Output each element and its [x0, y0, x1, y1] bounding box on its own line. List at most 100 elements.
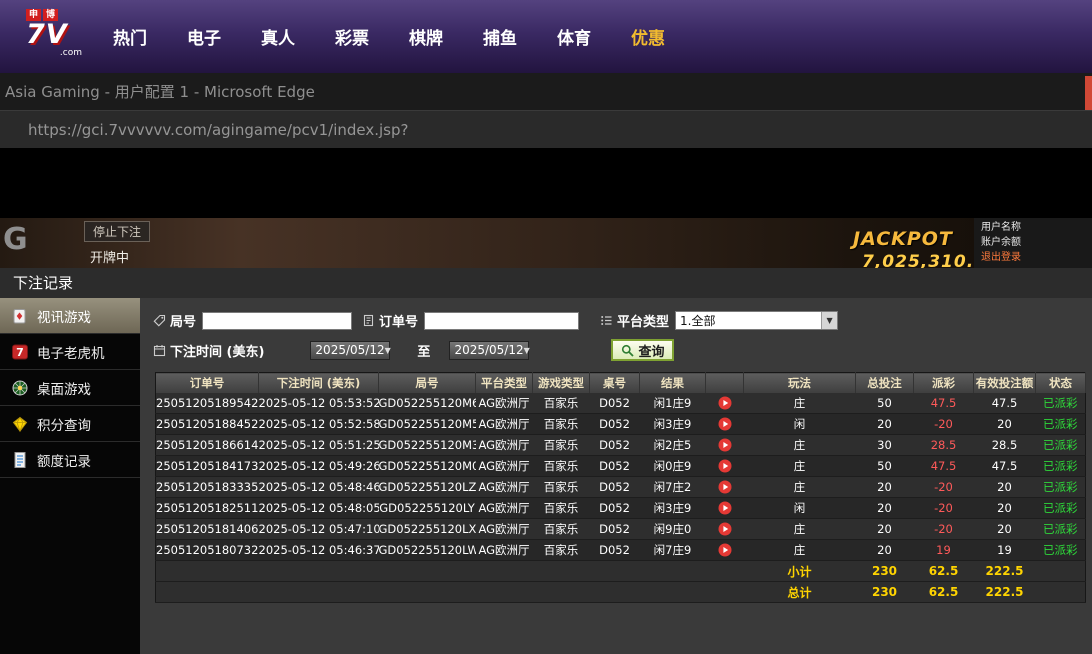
cell-replay	[706, 435, 744, 456]
cell-result: 闲9庄0	[640, 519, 706, 540]
filter-row-2: 下注时间 (美东) 2025/05/12 ▼ 至 2025/05/12 ▼ 查询	[153, 339, 674, 361]
play-circle-icon[interactable]	[718, 501, 732, 515]
cell-table: D052	[590, 414, 640, 435]
play-circle-icon[interactable]	[718, 417, 732, 431]
subtotal-payout: 62.5	[914, 561, 974, 582]
cell-round: GD052255120LY	[379, 498, 476, 519]
jackpot-value: 7,025,310.2	[862, 252, 987, 268]
table-row: 250512051814068 2025-05-12 05:47:10 GD05…	[156, 519, 1086, 540]
nav-item-live[interactable]: 真人	[241, 24, 315, 49]
cell-replay	[706, 414, 744, 435]
play-circle-icon[interactable]	[718, 396, 732, 410]
cell-bet: 30	[856, 435, 914, 456]
nav-item-promo[interactable]: 优惠	[611, 24, 685, 49]
cell-replay	[706, 477, 744, 498]
cell-valid: 20	[974, 414, 1036, 435]
cell-play: 庄	[744, 435, 856, 456]
table-row: 250512051895425 2025-05-12 05:53:52 GD05…	[156, 393, 1086, 414]
platform-type-select[interactable]: 1.全部 ▼	[675, 311, 838, 330]
col-valid: 有效投注额	[974, 373, 1036, 393]
browser-url-bar[interactable]: https://gci.7vvvvvv.com/agingame/pcv1/in…	[0, 110, 1092, 148]
cell-platform: AG欧洲厅	[476, 477, 533, 498]
nav-item-slots[interactable]: 电子	[167, 24, 241, 49]
cell-game: 百家乐	[533, 519, 590, 540]
play-circle-icon[interactable]	[718, 459, 732, 473]
cell-table: D052	[590, 393, 640, 414]
cell-replay	[706, 519, 744, 540]
diamond-icon	[11, 415, 29, 433]
cell-order: 250512051884526	[156, 414, 259, 435]
calendar-icon	[153, 344, 166, 357]
cell-bet: 20	[856, 540, 914, 561]
cell-play: 庄	[744, 393, 856, 414]
platform-type-value: 1.全部	[676, 312, 821, 329]
bet-table-body: 250512051895425 2025-05-12 05:53:52 GD05…	[156, 393, 1086, 603]
subtotal-row: 小计 230 62.5 222.5	[156, 561, 1086, 582]
col-round: 局号	[379, 373, 476, 393]
search-button-label: 查询	[638, 341, 664, 360]
cell-payout: -20	[914, 414, 974, 435]
search-button[interactable]: 查询	[611, 339, 674, 361]
nav-item-cards[interactable]: 棋牌	[389, 24, 463, 49]
col-platform: 平台类型	[476, 373, 533, 393]
cell-play: 庄	[744, 519, 856, 540]
table-row: 250512051841737 2025-05-12 05:49:26 GD05…	[156, 456, 1086, 477]
logout-link[interactable]: 退出登录	[981, 250, 1092, 265]
empty-cell	[156, 561, 744, 582]
sidebar-item-slots[interactable]: 7 电子老虎机	[0, 334, 140, 370]
magnifier-icon	[621, 344, 634, 357]
nav-item-sports[interactable]: 体育	[537, 24, 611, 49]
cell-game: 百家乐	[533, 498, 590, 519]
stop-bet-badge: 停止下注	[84, 221, 150, 242]
to-label: 至	[417, 341, 430, 360]
cell-result: 闲2庄5	[640, 435, 706, 456]
cell-platform: AG欧洲厅	[476, 456, 533, 477]
col-table: 桌号	[590, 373, 640, 393]
date-from-picker[interactable]: 2025/05/12 ▼	[310, 341, 390, 360]
cell-order: 250512051807329	[156, 540, 259, 561]
sidebar-item-label: 视讯游戏	[37, 306, 91, 326]
roulette-icon	[11, 379, 29, 397]
url-text[interactable]: https://gci.7vvvvvv.com/agingame/pcv1/in…	[0, 121, 408, 139]
dealing-status: 开牌中	[90, 247, 129, 266]
cell-game: 百家乐	[533, 540, 590, 561]
sidebar-item-live-games[interactable]: 视讯游戏	[0, 298, 140, 334]
cell-result: 闲7庄9	[640, 540, 706, 561]
bet-records-panel: 下注记录 视讯游戏 7 电子老虎机	[0, 268, 1092, 654]
nav-item-hot[interactable]: 热门	[93, 24, 167, 49]
cell-play: 闲	[744, 414, 856, 435]
cell-table: D052	[590, 435, 640, 456]
table-row: 250512051866141 2025-05-12 05:51:25 GD05…	[156, 435, 1086, 456]
cell-bet: 20	[856, 498, 914, 519]
subtotal-bet: 230	[856, 561, 914, 582]
nav-item-fishing[interactable]: 捕鱼	[463, 24, 537, 49]
col-bet: 总投注	[856, 373, 914, 393]
sidebar-item-credit-records[interactable]: 额度记录	[0, 442, 140, 478]
cell-round: GD052255120LW	[379, 540, 476, 561]
cell-payout: 19	[914, 540, 974, 561]
empty-cell	[1036, 561, 1086, 582]
sidebar-item-points-query[interactable]: 积分查询	[0, 406, 140, 442]
cell-valid: 28.5	[974, 435, 1036, 456]
cell-replay	[706, 540, 744, 561]
order-doc-icon	[362, 314, 375, 327]
cell-platform: AG欧洲厅	[476, 435, 533, 456]
site-nav-bar: 申 博 7V .com 热门 电子 真人 彩票 棋牌 捕鱼 体育 优惠	[0, 0, 1092, 73]
nav-item-lottery[interactable]: 彩票	[315, 24, 389, 49]
sidebar-item-table-games[interactable]: 桌面游戏	[0, 370, 140, 406]
play-circle-icon[interactable]	[718, 438, 732, 452]
cell-round: GD052255120LZ	[379, 477, 476, 498]
logo-main-text: 7V	[26, 21, 96, 49]
screen: 申 博 7V .com 热门 电子 真人 彩票 棋牌 捕鱼 体育 优惠 Asia…	[0, 0, 1092, 654]
play-circle-icon[interactable]	[718, 522, 732, 536]
cell-bet: 20	[856, 519, 914, 540]
date-to-picker[interactable]: 2025/05/12 ▼	[449, 341, 529, 360]
cell-round: GD052255120M5	[379, 414, 476, 435]
site-logo[interactable]: 申 博 7V .com	[26, 9, 96, 58]
play-circle-icon[interactable]	[718, 480, 732, 494]
play-circle-icon[interactable]	[718, 543, 732, 557]
cell-payout: 47.5	[914, 456, 974, 477]
cell-time: 2025-05-12 05:51:25	[259, 435, 379, 456]
round-no-input[interactable]	[202, 312, 352, 330]
order-no-input[interactable]	[424, 312, 579, 330]
